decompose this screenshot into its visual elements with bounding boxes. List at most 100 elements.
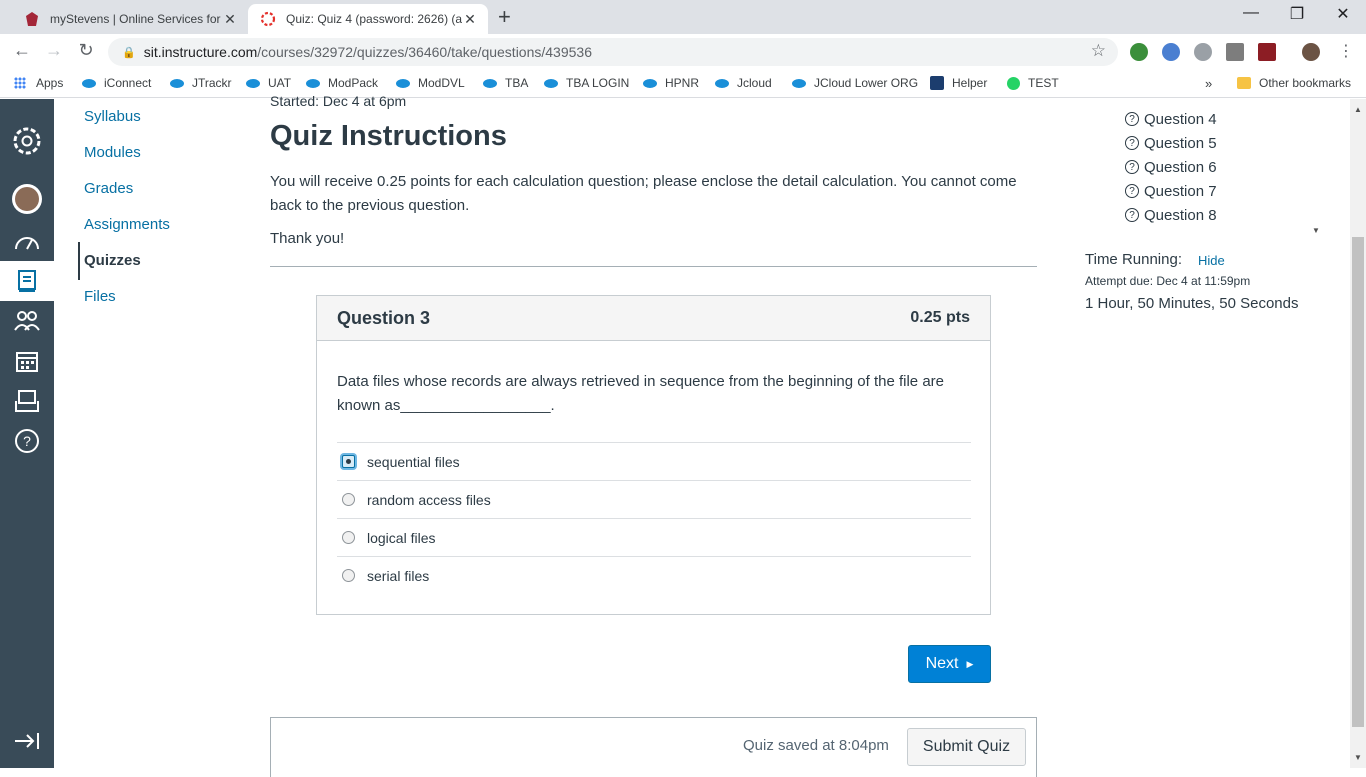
radio-button[interactable] <box>342 531 355 544</box>
bookmark-tba-login[interactable]: TBA LOGIN <box>544 76 629 90</box>
new-tab-button[interactable]: + <box>498 5 511 29</box>
question-unanswered-icon: ? <box>1125 112 1139 126</box>
answer-option[interactable]: logical files <box>337 518 971 556</box>
saved-status: Quiz saved at 8:04pm <box>743 737 889 754</box>
question-points: 0.25 pts <box>910 309 970 326</box>
forward-arrow-icon[interactable]: → <box>42 40 66 61</box>
bookmark-modpack[interactable]: ModPack <box>306 76 378 90</box>
lock-icon: 🔒 <box>122 46 136 59</box>
extension-cloud-icon[interactable] <box>1194 43 1212 61</box>
minimize-window-icon[interactable]: — <box>1228 4 1274 22</box>
bookmark-jcloud[interactable]: Jcloud <box>715 76 772 90</box>
question-unanswered-icon: ? <box>1125 160 1139 174</box>
browser-menu-icon[interactable]: ⋮ <box>1334 41 1358 61</box>
courses-book-icon[interactable] <box>0 261 54 301</box>
quiz-main: Started: Dec 4 at 6pm Quiz Instructions … <box>270 93 1060 777</box>
answer-label: serial files <box>367 567 430 584</box>
browser-tab-quiz[interactable]: Quiz: Quiz 4 (password: 2626) (aw ✕ <box>248 4 488 34</box>
bookmark-jcloud-lower-org[interactable]: JCloud Lower ORG <box>792 76 918 90</box>
question-link-8[interactable]: ? Question 8 <box>1125 203 1217 227</box>
bookmark-star-icon[interactable]: ☆ <box>1091 41 1106 61</box>
question-list-scrollbar[interactable]: ▼ <box>1307 99 1325 237</box>
question-link-5[interactable]: ? Question 5 <box>1125 131 1217 155</box>
scrollbar-thumb[interactable] <box>1352 237 1364 727</box>
salesforce-cloud-icon <box>246 78 260 88</box>
submit-quiz-button[interactable]: Submit Quiz <box>907 728 1026 766</box>
course-nav-grades[interactable]: Grades <box>84 180 133 197</box>
tab-title: myStevens | Online Services for th <box>50 12 222 26</box>
bookmark-apps[interactable]: Apps <box>14 76 63 90</box>
back-arrow-icon[interactable]: ← <box>10 40 34 61</box>
scroll-up-arrow-icon[interactable]: ▲ <box>1354 105 1362 114</box>
canvas-logo-icon[interactable] <box>0 121 54 161</box>
course-nav-quizzes[interactable]: Quizzes <box>84 252 141 269</box>
close-tab-icon[interactable]: ✕ <box>462 11 478 28</box>
next-button[interactable]: Next ▶ <box>908 645 991 683</box>
inbox-icon[interactable] <box>0 381 54 421</box>
radio-button-selected[interactable] <box>342 455 355 468</box>
answer-option[interactable]: sequential files <box>337 442 971 480</box>
bookmark-hpnr[interactable]: HPNR <box>643 76 699 90</box>
apps-grid-icon <box>14 77 26 89</box>
scroll-down-arrow-icon[interactable]: ▼ <box>1312 226 1320 235</box>
bookmark-uat[interactable]: UAT <box>246 76 291 90</box>
radio-button[interactable] <box>342 493 355 506</box>
question-unanswered-icon: ? <box>1125 184 1139 198</box>
radio-button[interactable] <box>342 569 355 582</box>
browser-tab-mystevens[interactable]: myStevens | Online Services for th ✕ <box>12 4 248 34</box>
close-tab-icon[interactable]: ✕ <box>222 11 238 28</box>
question-link-4[interactable]: ? Question 4 <box>1125 107 1217 131</box>
salesforce-cloud-icon <box>396 78 410 88</box>
answer-option[interactable]: random access files <box>337 480 971 518</box>
close-window-icon[interactable]: ✕ <box>1320 4 1366 24</box>
next-label: Next <box>925 655 959 672</box>
course-nav-modules[interactable]: Modules <box>84 144 141 161</box>
question-card: Question 3 0.25 pts Data files whose rec… <box>316 295 991 615</box>
list-clip <box>1085 227 1325 237</box>
quiz-footer: Quiz saved at 8:04pm Submit Quiz <box>270 717 1037 777</box>
play-arrow-icon: ▶ <box>966 658 974 669</box>
scroll-down-arrow-icon[interactable]: ▼ <box>1354 753 1362 762</box>
bookmark-moddvl[interactable]: ModDVL <box>396 76 465 90</box>
course-nav-assignments[interactable]: Assignments <box>84 216 170 233</box>
extension-globe-icon[interactable] <box>1130 43 1148 61</box>
helper-icon <box>930 76 944 90</box>
bookmarks-overflow-chevron-icon[interactable]: » <box>1205 76 1212 91</box>
bookmark-test[interactable]: TEST <box>1007 76 1059 90</box>
groups-people-icon[interactable] <box>0 301 54 341</box>
collapse-nav-icon[interactable] <box>0 721 54 761</box>
restore-window-icon[interactable]: ❐ <box>1274 4 1320 24</box>
bookmark-other-bookmarks[interactable]: Other bookmarks <box>1237 76 1351 90</box>
address-bar[interactable]: 🔒 sit.instructure.com/courses/32972/quiz… <box>108 38 1118 66</box>
extension-red-icon[interactable] <box>1258 43 1276 61</box>
answer-option[interactable]: serial files <box>337 556 971 594</box>
course-nav-files[interactable]: Files <box>84 288 116 305</box>
page-scrollbar[interactable]: ▲ ▼ <box>1350 99 1366 768</box>
dashboard-gauge-icon[interactable] <box>0 221 54 261</box>
account-avatar[interactable] <box>0 179 54 219</box>
bookmark-tba[interactable]: TBA <box>483 76 528 90</box>
extension-w-icon[interactable] <box>1226 43 1244 61</box>
calendar-icon[interactable] <box>0 341 54 381</box>
bookmark-iconnect[interactable]: iConnect <box>82 76 151 90</box>
profile-avatar[interactable] <box>1302 43 1320 61</box>
bookmarks-bar: Apps iConnect JTrackr UAT ModPack ModDVL… <box>0 70 1366 98</box>
quiz-instructions: You will receive 0.25 points for each ca… <box>270 173 1017 214</box>
reload-icon[interactable]: ↻ <box>74 40 98 61</box>
page-title: Quiz Instructions <box>270 120 507 152</box>
extension-o-icon[interactable] <box>1162 43 1180 61</box>
quiz-sidebar: ? Question 4 ? Question 5 ? Question 6 ? Que… <box>1085 99 1355 768</box>
question-label: Question 3 <box>337 307 431 328</box>
question-link-6[interactable]: ? Question 6 <box>1125 155 1217 179</box>
answer-label: random access files <box>367 491 491 508</box>
browser-toolbar: ← → ↻ 🔒 sit.instructure.com/courses/3297… <box>0 34 1366 70</box>
salesforce-cloud-icon <box>792 78 806 88</box>
salesforce-cloud-icon <box>306 78 320 88</box>
hide-timer-link[interactable]: Hide <box>1198 253 1225 268</box>
course-nav-syllabus[interactable]: Syllabus <box>84 108 141 125</box>
question-link-7[interactable]: ? Question 7 <box>1125 179 1217 203</box>
bookmark-helper[interactable]: Helper <box>930 76 987 90</box>
help-icon[interactable]: ? <box>0 421 54 461</box>
question-unanswered-icon: ? <box>1125 136 1139 150</box>
bookmark-jtrackr[interactable]: JTrackr <box>170 76 232 90</box>
